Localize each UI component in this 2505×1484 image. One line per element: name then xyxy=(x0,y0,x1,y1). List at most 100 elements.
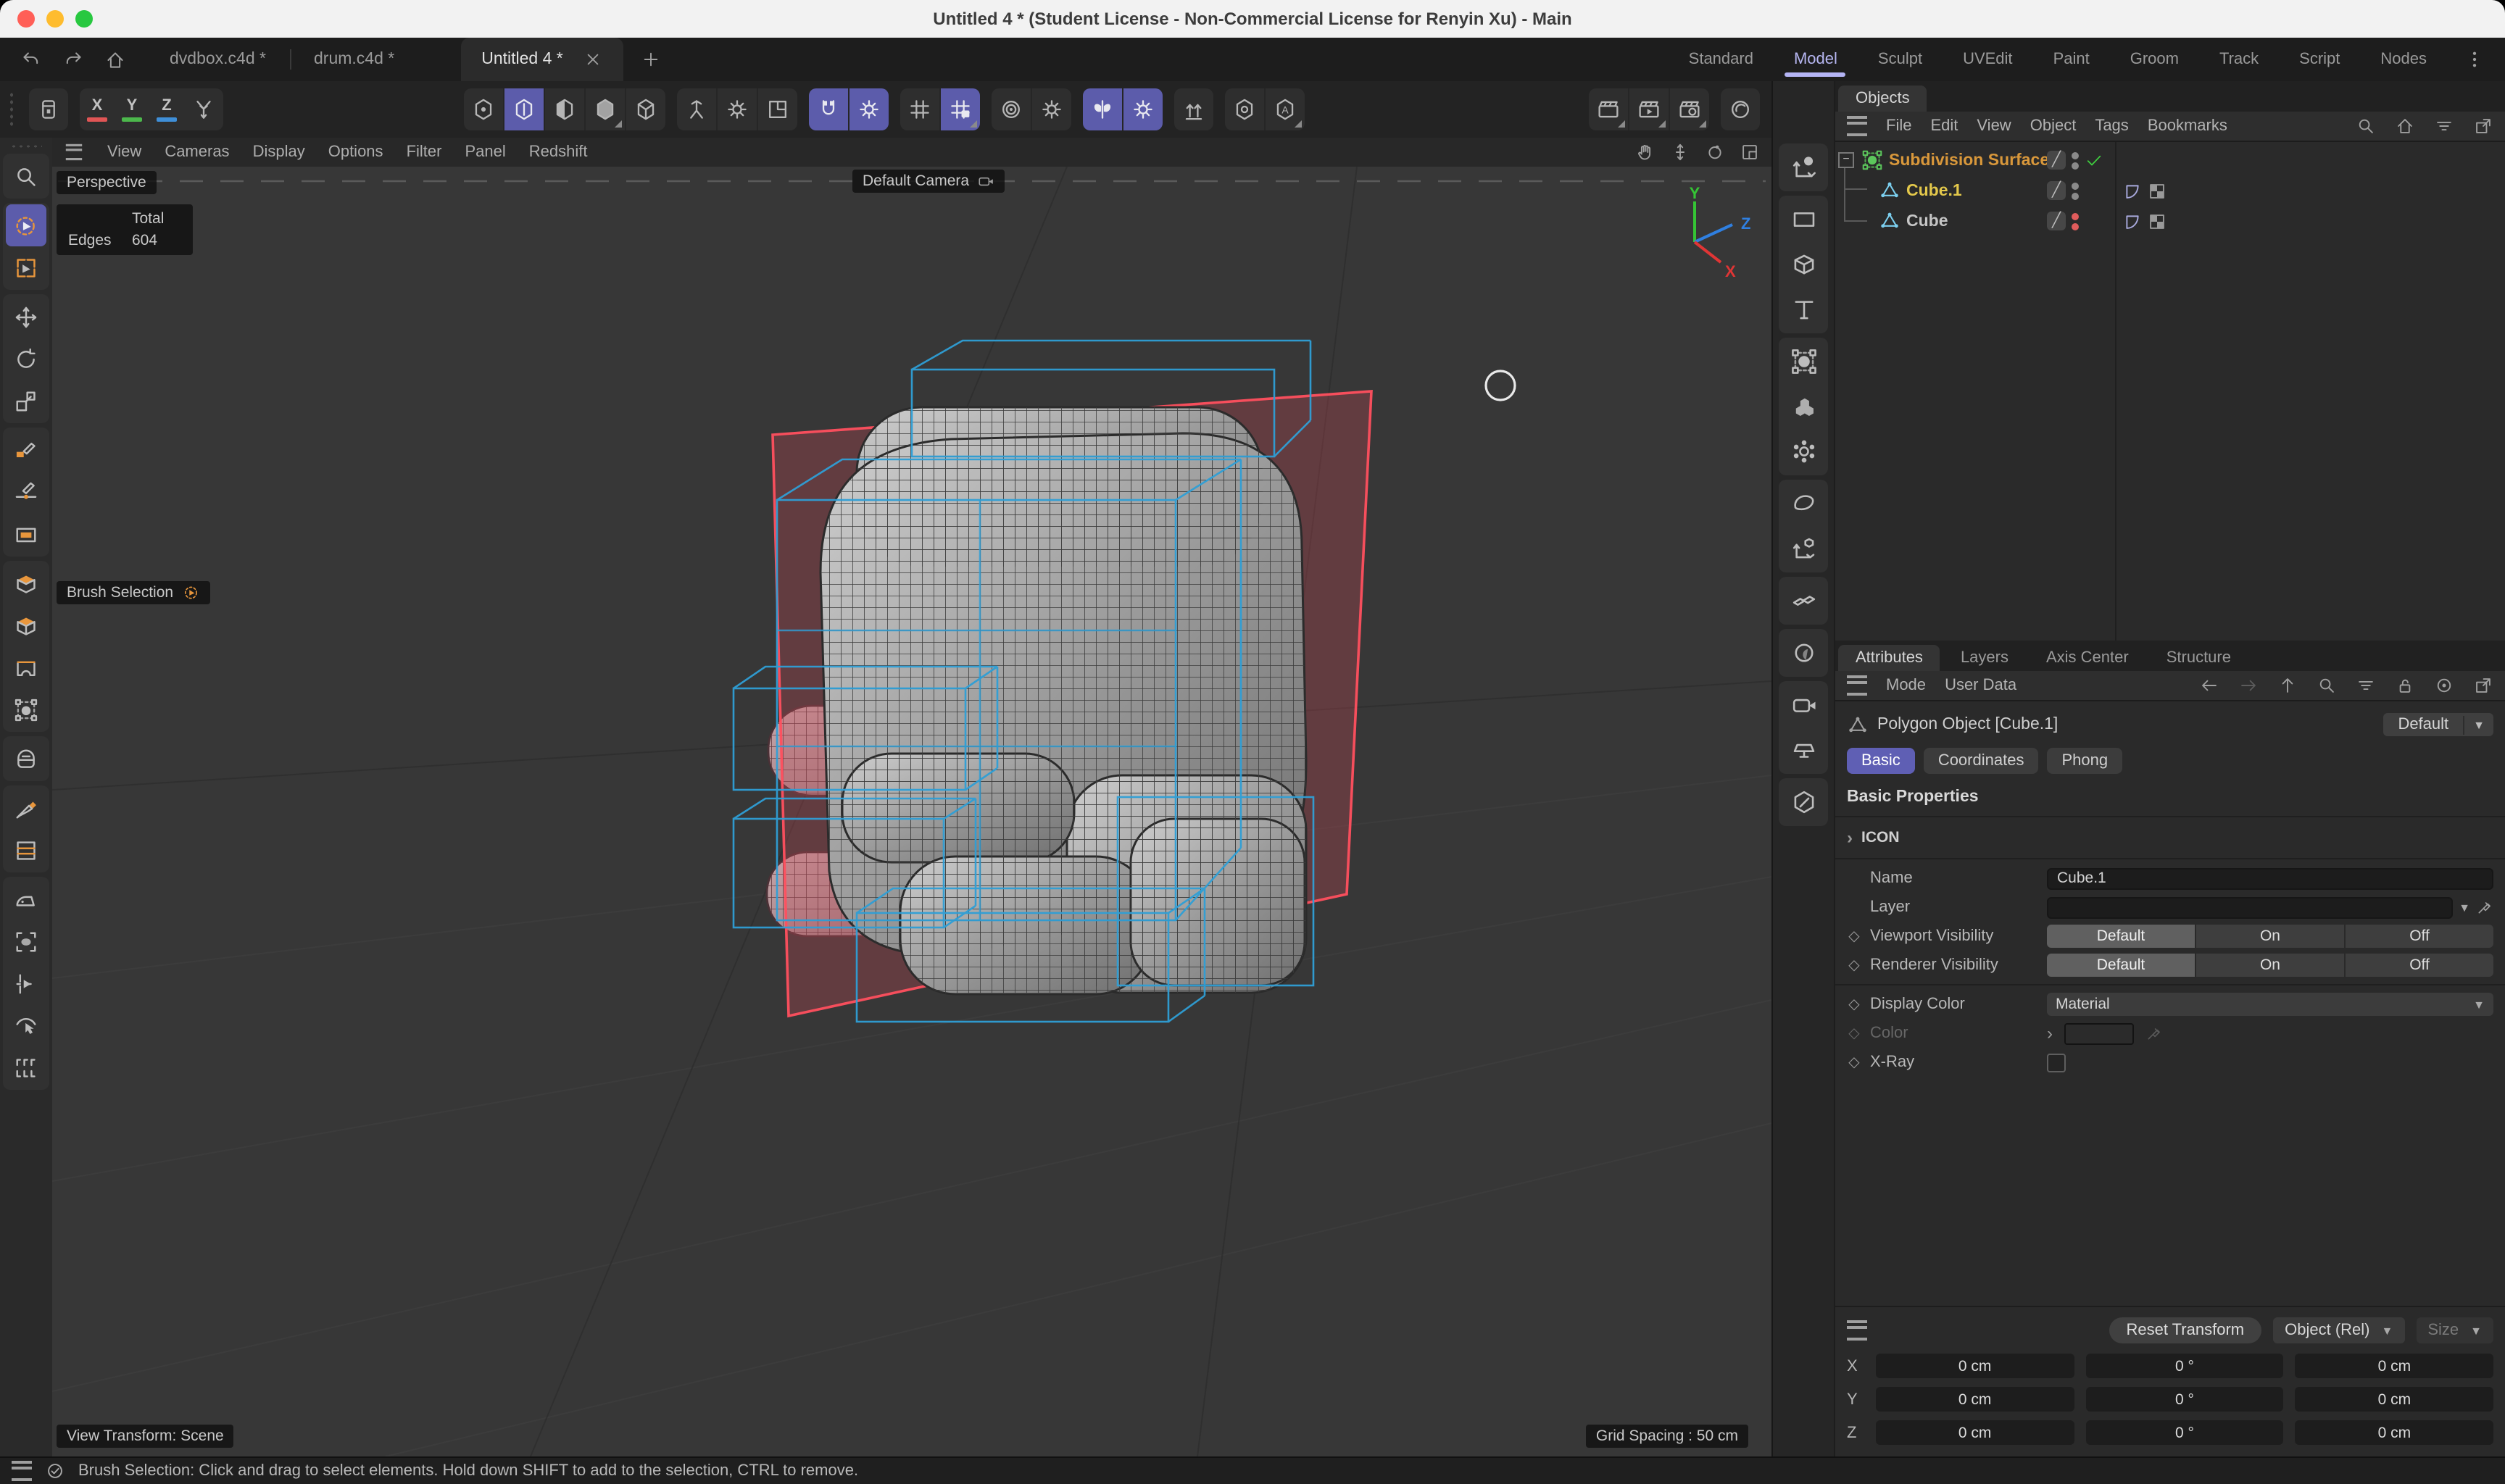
reset-transform-button[interactable]: Reset Transform xyxy=(2109,1317,2262,1343)
axis-gizmo[interactable]: Y Z X xyxy=(1644,187,1751,280)
phong-tag-icon[interactable] xyxy=(2122,211,2143,231)
maximize-view-icon[interactable] xyxy=(1740,142,1760,162)
visibility-dots[interactable] xyxy=(2072,212,2079,230)
pop-out-icon[interactable] xyxy=(2473,675,2493,696)
enabled-check-icon[interactable] xyxy=(2085,151,2103,170)
modeling-target-button[interactable] xyxy=(1225,88,1264,130)
layout-paint[interactable]: Paint xyxy=(2051,45,2093,74)
edit-enable-toggle[interactable]: ╱ xyxy=(2047,151,2066,170)
objects-menu-icon[interactable] xyxy=(1847,116,1867,136)
scale-y-field[interactable]: 0 cm xyxy=(2296,1387,2493,1412)
objects-menu-object[interactable]: Object xyxy=(2030,117,2077,135)
new-tab-icon[interactable] xyxy=(624,38,679,81)
edit-enable-toggle[interactable]: ╱ xyxy=(2047,181,2066,200)
falloff-button[interactable] xyxy=(992,88,1031,130)
dropdown-arrow-icon[interactable]: ▼ xyxy=(2459,901,2470,914)
falloff-settings-button[interactable] xyxy=(1031,88,1071,130)
ffd-cage-tool[interactable] xyxy=(6,688,46,730)
scale-x-field[interactable]: 0 cm xyxy=(2296,1354,2493,1378)
rotation-z-field[interactable]: 0 ° xyxy=(2085,1420,2283,1445)
status-menu-icon[interactable] xyxy=(12,1461,32,1481)
viewport-menu-options[interactable]: Options xyxy=(328,143,383,161)
primitive-cube-icon[interactable] xyxy=(1782,242,1825,287)
close-window-button[interactable] xyxy=(17,10,35,28)
rotation-x-field[interactable]: 0 ° xyxy=(2085,1354,2283,1378)
viewport-menu-panel[interactable]: Panel xyxy=(465,143,505,161)
toolbar-drag-handle[interactable] xyxy=(9,91,14,128)
rotate-tool[interactable] xyxy=(6,338,46,380)
search-icon[interactable] xyxy=(2317,675,2337,696)
tab-axis-center[interactable]: Axis Center xyxy=(2029,645,2146,671)
position-y-field[interactable]: 0 cm xyxy=(1876,1387,2074,1412)
layer-field[interactable] xyxy=(2047,896,2453,918)
back-arrow-icon[interactable] xyxy=(2199,675,2219,696)
scene-area[interactable]: Perspective Default Camera Total Edges 6… xyxy=(52,167,1771,1456)
xray-checkbox[interactable] xyxy=(2047,1053,2066,1072)
option-off[interactable]: Off xyxy=(2344,925,2493,948)
axis-cube-icon[interactable] xyxy=(1782,526,1825,571)
stamp-tool[interactable] xyxy=(6,920,46,962)
scale-z-field[interactable]: 0 cm xyxy=(2296,1420,2493,1445)
transform-mode-dropdown[interactable]: Object (Rel) ▼ xyxy=(2273,1317,2404,1343)
tab-dvdbox[interactable]: dvdbox.c4d * xyxy=(146,38,289,81)
render-animation-button[interactable] xyxy=(1628,88,1669,130)
texture-mode-button[interactable] xyxy=(544,88,584,130)
chip-phong[interactable]: Phong xyxy=(2047,748,2122,774)
icon-group-row[interactable]: ›ICON xyxy=(1835,822,2505,854)
objects-menu-bookmarks[interactable]: Bookmarks xyxy=(2148,117,2227,135)
tab-objects[interactable]: Objects xyxy=(1838,86,1927,112)
option-off[interactable]: Off xyxy=(2344,954,2493,977)
viewport-menu-cameras[interactable]: Cameras xyxy=(165,143,229,161)
position-z-field[interactable]: 0 cm xyxy=(1876,1420,2074,1445)
array-tool[interactable] xyxy=(6,1046,46,1088)
eyedropper-icon[interactable] xyxy=(2476,899,2493,916)
color-swatch[interactable] xyxy=(2064,1022,2134,1044)
objects-menu-view[interactable]: View xyxy=(1977,117,2011,135)
attributes-menu-mode[interactable]: Mode xyxy=(1886,677,1926,694)
model-mode-button[interactable] xyxy=(503,88,544,130)
lock-z-axis-button[interactable]: Z xyxy=(149,88,184,130)
dolly-icon[interactable] xyxy=(1670,142,1690,162)
orbit-icon[interactable] xyxy=(1705,142,1725,162)
object-name[interactable]: Subdivision Surface xyxy=(1889,151,2049,169)
option-on[interactable]: On xyxy=(2195,954,2344,977)
volume-builder-icon[interactable] xyxy=(1782,384,1825,429)
loop-cut-tool[interactable] xyxy=(6,829,46,871)
uvw-tag-icon[interactable] xyxy=(2147,180,2167,201)
view-label[interactable]: Perspective xyxy=(57,171,157,194)
edge-slide-tool[interactable] xyxy=(6,962,46,1004)
quantize-settings-button[interactable] xyxy=(939,88,980,130)
tweak-tool[interactable] xyxy=(6,1004,46,1046)
extrude-cube-tool[interactable] xyxy=(6,562,46,604)
render-view-button[interactable] xyxy=(1589,88,1628,130)
symmetry-settings-button[interactable] xyxy=(1122,88,1163,130)
phong-tag-icon[interactable] xyxy=(2122,180,2143,201)
tab-untitled4[interactable]: Untitled 4 * xyxy=(461,38,624,81)
rotation-y-field[interactable]: 0 ° xyxy=(2085,1387,2283,1412)
camera-label[interactable]: Default Camera xyxy=(852,170,1004,193)
layout-track[interactable]: Track xyxy=(2217,45,2261,74)
rectangle-selection-tool[interactable] xyxy=(6,246,46,288)
tab-attributes[interactable]: Attributes xyxy=(1838,645,1940,671)
collapse-icon[interactable]: − xyxy=(1838,152,1854,168)
spline-pen-tool[interactable] xyxy=(6,471,46,513)
titlebar[interactable]: Untitled 4 * (Student License - Non-Comm… xyxy=(0,0,2505,39)
viewport-menu-icon[interactable] xyxy=(66,144,82,160)
viewport-menu-view[interactable]: View xyxy=(107,143,141,161)
lock-y-axis-button[interactable]: Y xyxy=(115,88,149,130)
track-target-icon[interactable] xyxy=(2434,675,2454,696)
viewport-canvas[interactable] xyxy=(52,167,1771,1456)
field-icon[interactable] xyxy=(1782,630,1825,675)
filter-icon[interactable] xyxy=(2356,675,2376,696)
deformer-icon[interactable] xyxy=(1782,481,1825,526)
object-name[interactable]: Cube xyxy=(1906,212,1948,230)
filter-icon[interactable] xyxy=(2434,116,2454,136)
bridge-arch-tool[interactable] xyxy=(6,646,46,688)
object-name[interactable]: Cube.1 xyxy=(1906,182,1962,199)
polygon-pen-tool[interactable] xyxy=(6,429,46,471)
enable-axis-button[interactable] xyxy=(677,88,716,130)
pan-hand-icon[interactable] xyxy=(1635,142,1656,162)
tab-structure[interactable]: Structure xyxy=(2149,645,2248,671)
material-icon[interactable] xyxy=(1782,780,1825,825)
axis-modify-icon[interactable] xyxy=(1782,145,1825,190)
